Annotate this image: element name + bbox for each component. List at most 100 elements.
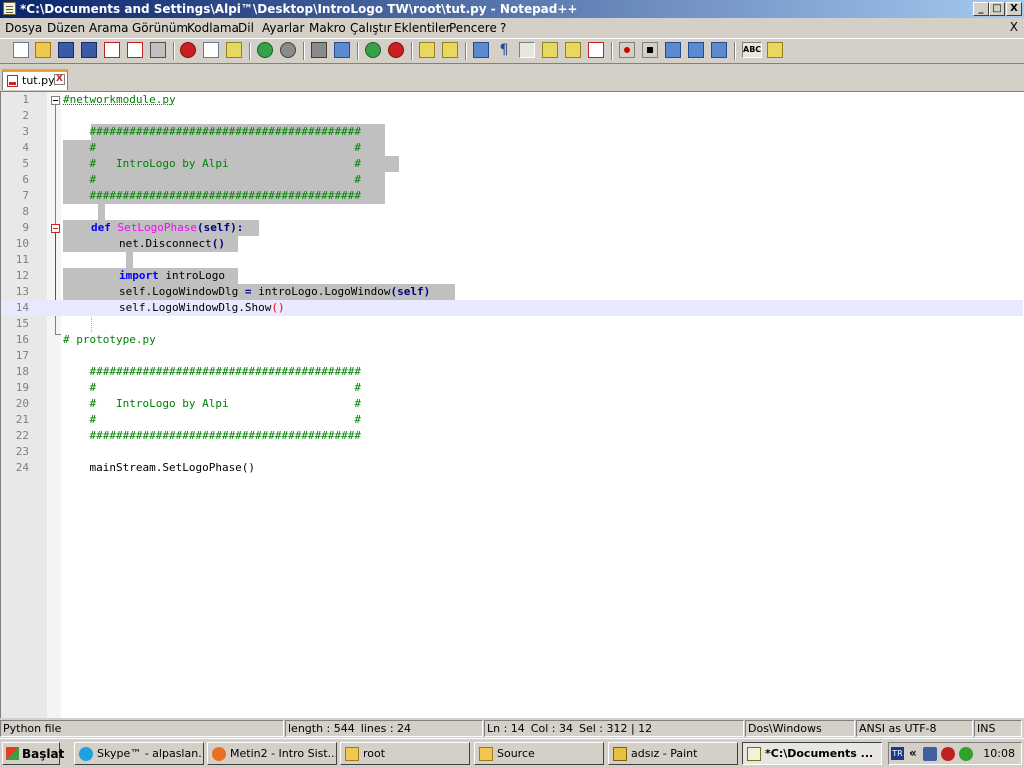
close-all-icon[interactable] — [127, 42, 143, 58]
security-shield-icon[interactable] — [941, 747, 955, 761]
code-text: #networkmodule.py — [63, 93, 176, 106]
line-number: 17 — [15, 349, 29, 362]
code-line-current: 14 self.LogoWindowDlg.Show() — [1, 300, 1023, 316]
code-line: 6 # # — [1, 172, 1023, 188]
taskbar-button-root[interactable]: root — [340, 742, 470, 765]
copy-icon[interactable] — [203, 42, 219, 58]
code-line: 8 — [1, 204, 1023, 220]
save-macro-icon[interactable] — [711, 42, 727, 58]
sync-horizontal-icon[interactable] — [442, 42, 458, 58]
line-number: 21 — [15, 413, 29, 426]
menu-gorunum[interactable]: Görünüm — [132, 21, 188, 35]
stop-record-icon[interactable] — [642, 42, 658, 58]
undo-icon[interactable] — [257, 42, 273, 58]
run-macro-multiple-icon[interactable] — [688, 42, 704, 58]
cut-icon[interactable] — [180, 42, 196, 58]
code-text: ########################################… — [63, 429, 362, 442]
line-number: 20 — [15, 397, 29, 410]
status-length: length : 544 lines : 24 — [285, 720, 483, 737]
function-list-icon[interactable] — [588, 42, 604, 58]
code-line: 19 # # — [1, 380, 1023, 396]
save-all-icon[interactable] — [81, 42, 97, 58]
minimize-button[interactable]: _ — [973, 2, 989, 16]
tab-tut-py[interactable]: tut.py X — [2, 69, 68, 90]
open-folder-icon[interactable] — [35, 42, 51, 58]
menu-eklentiler[interactable]: Eklentiler — [394, 21, 451, 35]
title-bar[interactable]: *C:\Documents and Settings\Alpi™\Desktop… — [0, 0, 1024, 18]
taskbar-button-firefox[interactable]: Metin2 - Intro Sist... — [207, 742, 337, 765]
sync-vertical-icon[interactable] — [419, 42, 435, 58]
menu-makro[interactable]: Makro — [309, 21, 346, 35]
menu-pencere[interactable]: Pencere — [449, 21, 497, 35]
code-text: self.LogoWindowDlg = introLogo.LogoWindo… — [119, 285, 430, 299]
taskbar-button-label: Metin2 - Intro Sist... — [230, 747, 337, 760]
record-macro-icon[interactable] — [619, 42, 635, 58]
word-wrap-icon[interactable] — [473, 42, 489, 58]
menu-close-document[interactable]: X — [1010, 20, 1018, 34]
replace-icon[interactable] — [334, 42, 350, 58]
line-number: 16 — [15, 333, 29, 346]
menu-arama[interactable]: Arama — [89, 21, 129, 35]
print-icon[interactable] — [150, 42, 166, 58]
tray-expand-icon[interactable]: « — [909, 746, 917, 760]
menu-dosya[interactable]: Dosya — [5, 21, 42, 35]
code-text: # # — [63, 173, 362, 186]
indent-guide-icon[interactable] — [519, 42, 535, 58]
find-icon[interactable] — [311, 42, 327, 58]
menu-kodlama[interactable]: Kodlama — [187, 21, 239, 35]
code-token: net.Disconnect — [119, 237, 212, 250]
line-number: 15 — [15, 317, 29, 330]
new-file-icon[interactable] — [13, 42, 29, 58]
system-tray: TR « 10:08 — [888, 742, 1022, 765]
notepad-app-icon[interactable] — [3, 2, 16, 15]
line-number: 23 — [15, 445, 29, 458]
status-language: Python file — [0, 720, 284, 737]
user-defined-lang-icon[interactable] — [542, 42, 558, 58]
code-line: 21 # # — [1, 412, 1023, 428]
taskbar-button-skype[interactable]: Skype™ - alpaslan... — [74, 742, 204, 765]
maximize-button[interactable]: □ — [989, 2, 1005, 16]
line-number: 24 — [15, 461, 29, 474]
keyword-token: import — [119, 269, 159, 282]
redo-icon[interactable] — [280, 42, 296, 58]
start-button[interactable]: Başlat — [2, 742, 64, 765]
toolbar-separator — [249, 42, 251, 60]
close-button[interactable]: X — [1006, 2, 1022, 16]
menu-help[interactable]: ? — [500, 21, 506, 35]
menu-dil[interactable]: Dil — [238, 21, 254, 35]
taskbar-button-paint[interactable]: adsız - Paint — [608, 742, 738, 765]
code-line: 23 — [1, 444, 1023, 460]
taskbar-button-notepadpp[interactable]: *C:\Documents ... — [742, 742, 882, 765]
line-number: 12 — [15, 269, 29, 282]
taskbar-button-source[interactable]: Source — [474, 742, 604, 765]
code-editor[interactable]: 1 #networkmodule.py 2 3 #################… — [0, 91, 1024, 718]
toolbar-separator — [357, 42, 359, 60]
doc-map-icon[interactable] — [565, 42, 581, 58]
close-file-icon[interactable] — [104, 42, 120, 58]
menu-ayarlar[interactable]: Ayarlar — [262, 21, 304, 35]
tab-close-icon[interactable]: X — [54, 74, 65, 85]
code-line: 2 — [1, 108, 1023, 124]
status-bar: Python file length : 544 lines : 24 Ln : … — [0, 718, 1024, 738]
code-text: # IntroLogo by Alpi # — [63, 397, 362, 410]
code-line: 7 ######################################… — [1, 188, 1023, 204]
code-text: mainStream.SetLogoPhase() — [63, 461, 256, 474]
menu-duzen[interactable]: Düzen — [47, 21, 85, 35]
zoom-out-icon[interactable] — [388, 42, 404, 58]
skype-status-icon[interactable] — [959, 747, 973, 761]
show-all-chars-icon[interactable]: ¶ — [496, 42, 512, 58]
plugin-icon[interactable] — [767, 42, 783, 58]
language-indicator[interactable]: TR — [891, 747, 904, 760]
zoom-in-icon[interactable] — [365, 42, 381, 58]
network-icon[interactable] — [923, 747, 937, 761]
windows-logo-icon — [6, 747, 19, 760]
window-title: *C:\Documents and Settings\Alpi™\Desktop… — [20, 2, 578, 16]
menu-calistir[interactable]: Çalıştır — [350, 21, 392, 35]
line-number: 22 — [15, 429, 29, 442]
save-icon[interactable] — [58, 42, 74, 58]
folder-icon — [345, 747, 359, 761]
play-macro-icon[interactable] — [665, 42, 681, 58]
firefox-icon — [212, 747, 226, 761]
spell-check-icon[interactable]: ABC — [742, 42, 762, 58]
paste-icon[interactable] — [226, 42, 242, 58]
